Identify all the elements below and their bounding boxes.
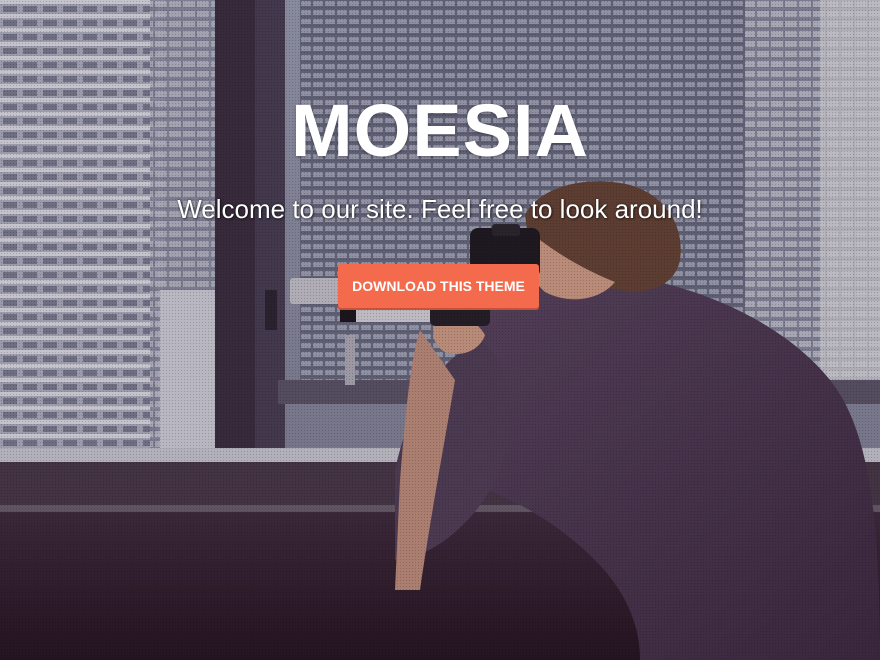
site-tagline: Welcome to our site. Feel free to look a… [177, 194, 703, 224]
download-theme-button[interactable]: DOWNLOAD THIS THEME [338, 264, 539, 308]
hero-section: MOESIA Welcome to our site. Feel free to… [0, 0, 880, 660]
site-title[interactable]: MOESIA [0, 88, 880, 173]
